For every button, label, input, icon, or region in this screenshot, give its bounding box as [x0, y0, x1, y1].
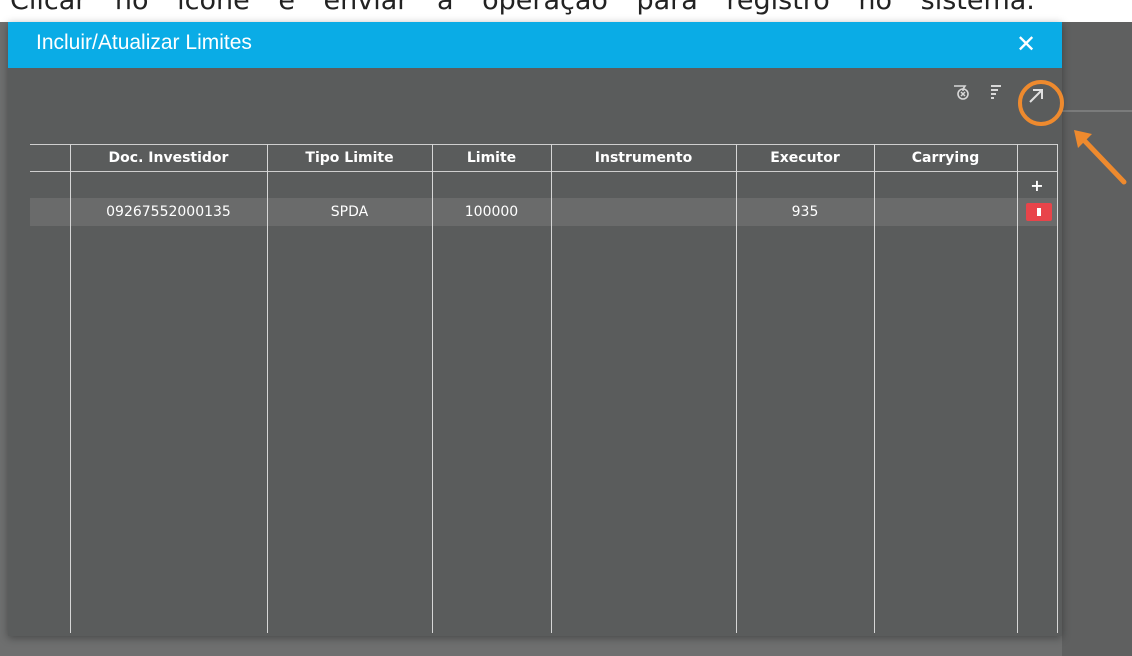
grid-header: Doc. Investidor Tipo Limite Limite Instr… — [30, 144, 1058, 172]
trash-icon — [1037, 208, 1041, 216]
column-header-doc-investidor[interactable]: Doc. Investidor — [70, 145, 267, 173]
column-divider — [874, 144, 875, 633]
backdrop-divider — [1062, 110, 1132, 112]
filter-list-icon[interactable] — [985, 82, 1007, 104]
export-arrow-icon[interactable] — [1023, 83, 1049, 109]
column-divider — [432, 144, 433, 633]
column-divider — [1057, 144, 1058, 633]
column-header-executor[interactable]: Executor — [736, 145, 874, 173]
backdrop-side-panel — [1062, 22, 1132, 656]
close-button[interactable]: ✕ — [1012, 28, 1040, 60]
add-row-button[interactable]: + — [1026, 176, 1048, 196]
cell-doc-investidor: 09267552000135 — [106, 204, 231, 220]
dialog-title: Incluir/Atualizar Limites — [36, 31, 252, 54]
column-divider — [551, 144, 552, 633]
column-divider — [736, 144, 737, 633]
column-header-instrumento[interactable]: Instrumento — [551, 145, 736, 173]
cell-executor: 935 — [791, 204, 819, 220]
column-header-limite[interactable]: Limite — [432, 145, 551, 173]
instruction-caption: Clicar no ícone e enviar a operação para… — [10, 0, 1035, 16]
delete-row-button[interactable] — [1026, 203, 1052, 221]
cell-instrumento — [551, 198, 736, 226]
column-header-carrying[interactable]: Carrying — [874, 145, 1017, 173]
column-header-tipo-limite[interactable]: Tipo Limite — [267, 145, 432, 173]
cell-limite: 100000 — [464, 204, 519, 220]
limits-dialog: Incluir/Atualizar Limites ✕ Doc. Investi… — [8, 22, 1062, 636]
limits-grid: Doc. Investidor Tipo Limite Limite Instr… — [30, 144, 1058, 633]
dialog-titlebar: Incluir/Atualizar Limites ✕ — [8, 22, 1062, 68]
column-divider — [70, 144, 71, 633]
cell-tipo-limite: SPDA — [330, 204, 369, 220]
column-divider — [267, 144, 268, 633]
column-divider — [1017, 144, 1018, 633]
table-row[interactable]: 09267552000135 SPDA 100000 935 — [30, 198, 1058, 226]
cell-carrying — [874, 198, 1017, 226]
clear-filter-icon[interactable] — [950, 82, 972, 104]
